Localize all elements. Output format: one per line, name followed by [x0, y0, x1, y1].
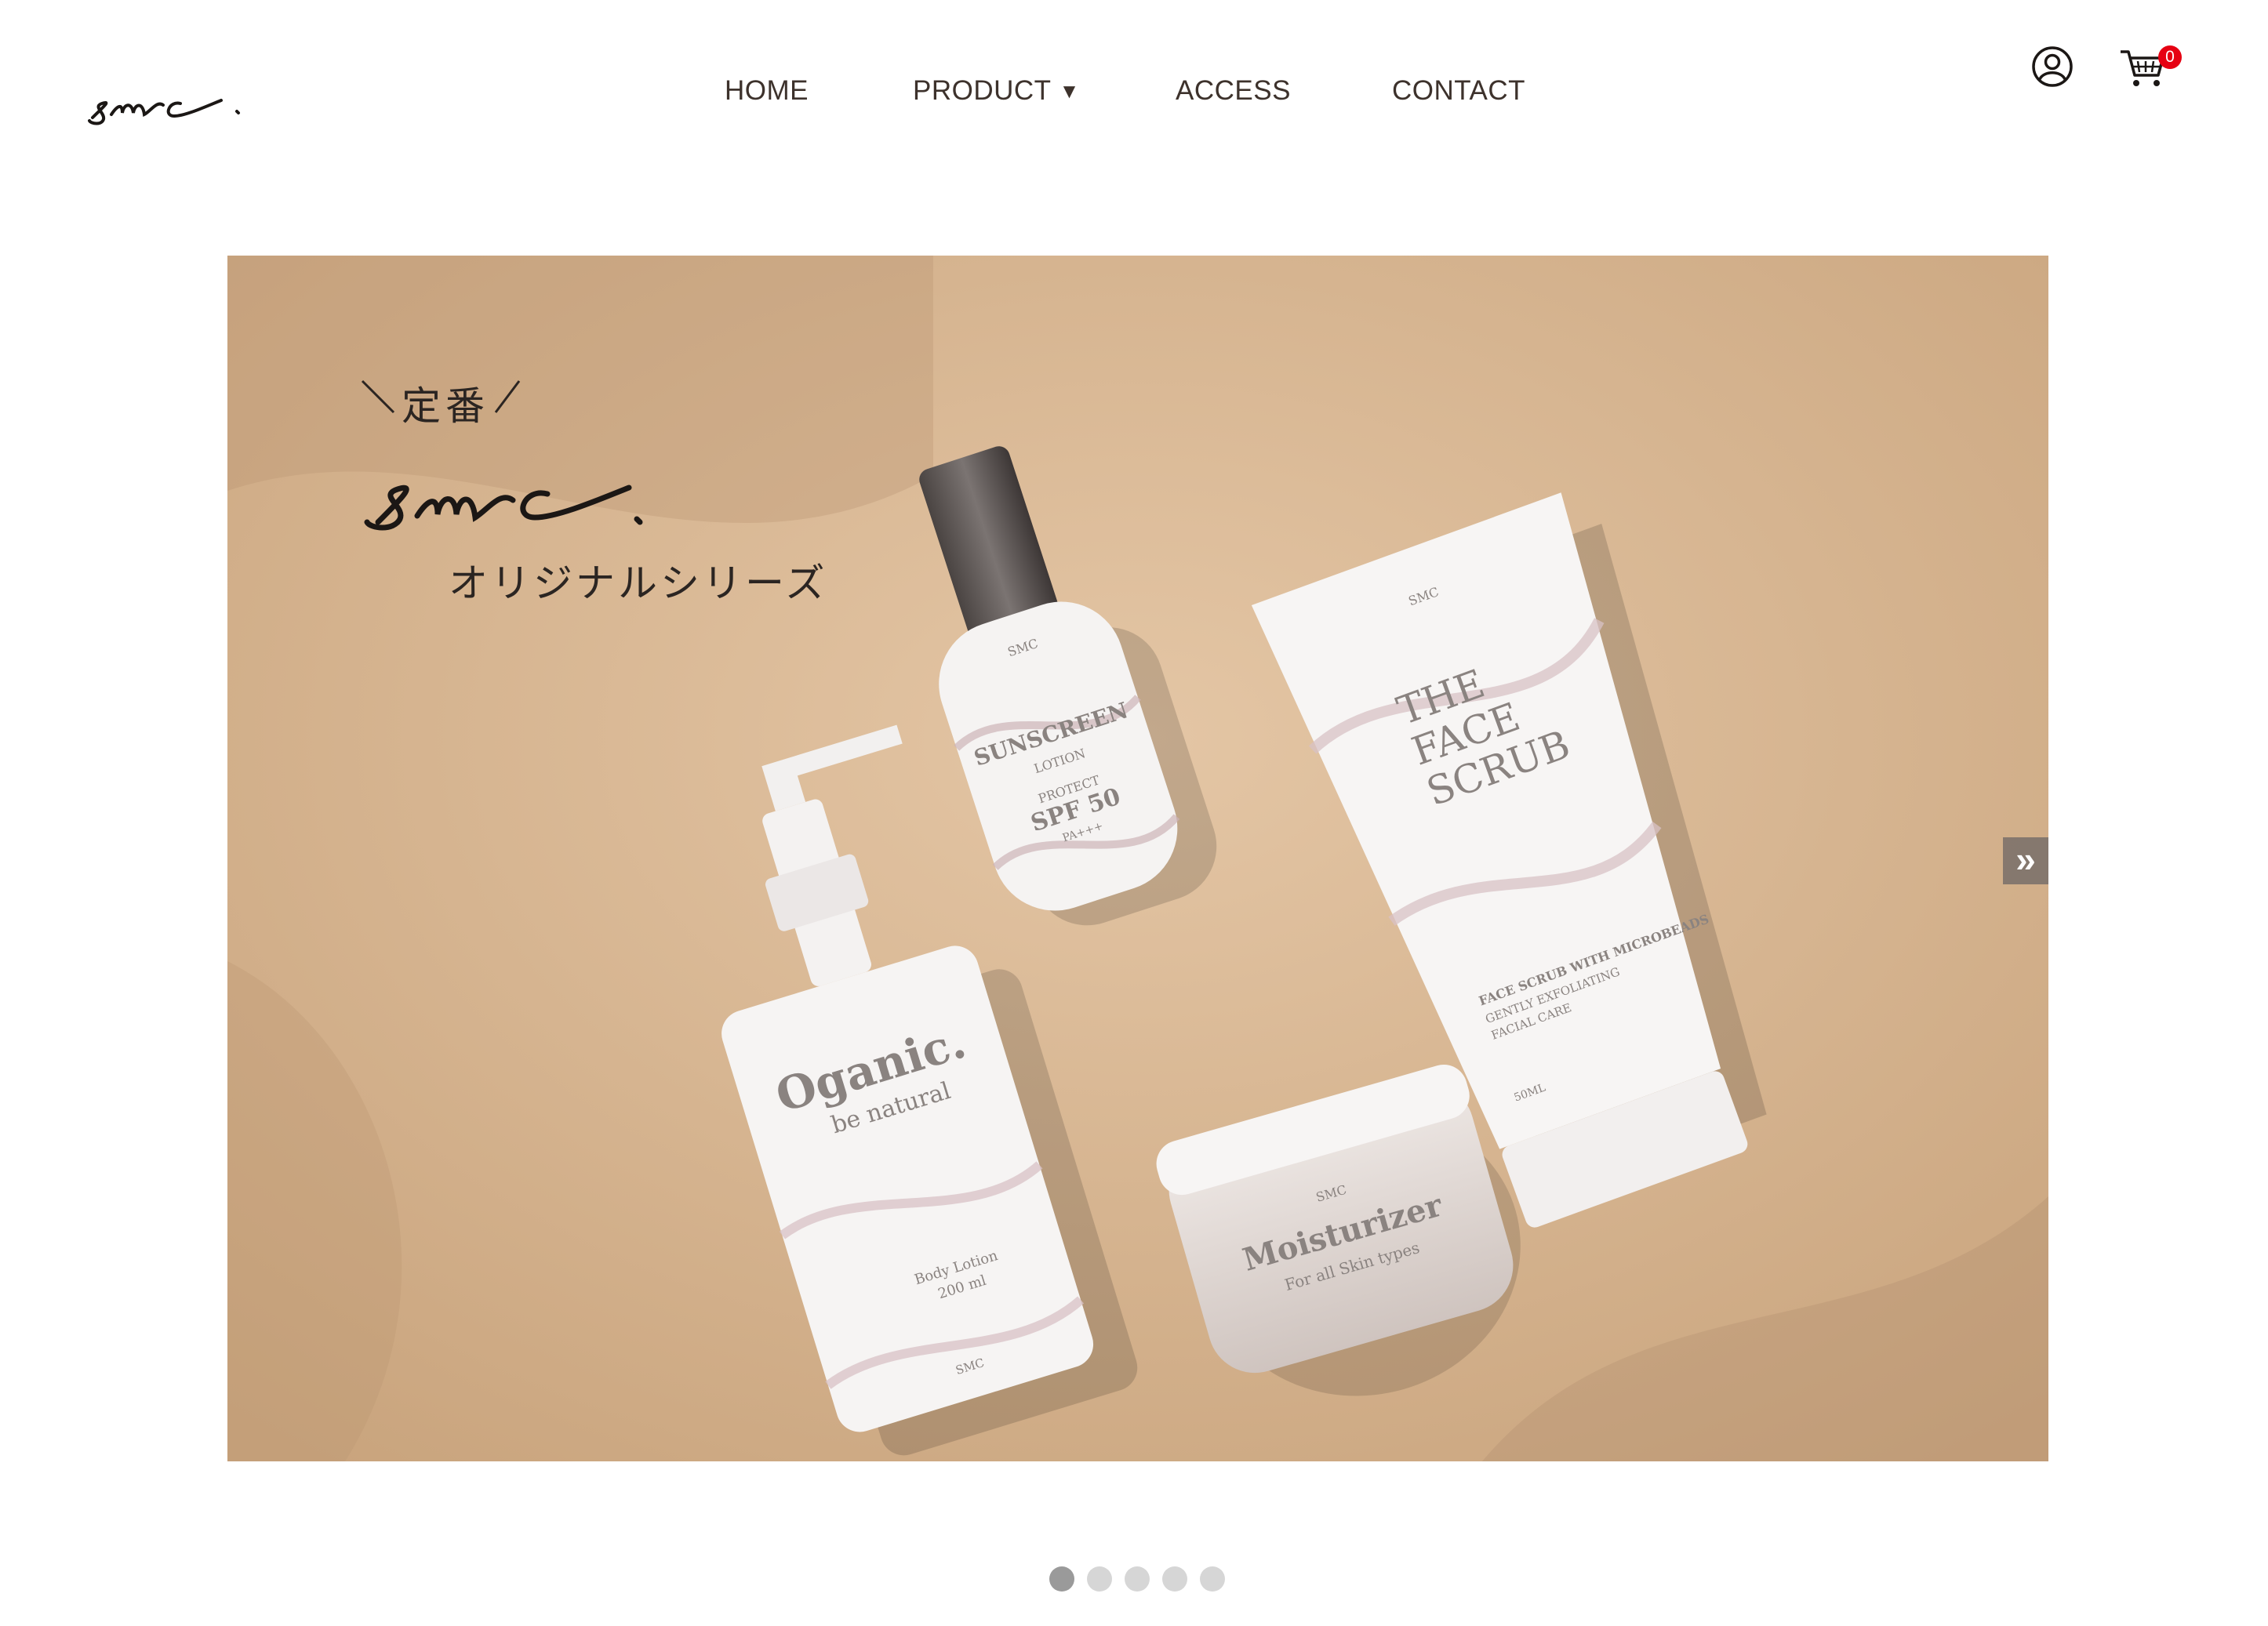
nav-contact[interactable]: CONTACT	[1392, 75, 1525, 107]
tagline-top-frame: 定番	[315, 358, 535, 429]
nav-access[interactable]: ACCESS	[1176, 75, 1291, 107]
slider-dot-4[interactable]	[1162, 1566, 1187, 1592]
slider-pagination	[1049, 1566, 1230, 1593]
tagline-top: 定番	[402, 383, 489, 429]
hero-brand-script	[362, 428, 652, 546]
nav-product[interactable]: PRODUCT ▼	[913, 75, 1080, 108]
hero-slider[interactable]: SMC SUNSCREEN LOTION PROTECT SPF 50 PA++…	[227, 256, 2048, 1461]
main-nav: HOME PRODUCT ▼ ACCESS CONTACT	[0, 75, 2268, 107]
cart-count-badge: 0	[2158, 45, 2182, 69]
chevron-down-icon: ▼	[1059, 79, 1080, 103]
slider-dot-3[interactable]	[1125, 1566, 1150, 1592]
slider-next-button[interactable]: »	[2003, 837, 2048, 884]
nav-home[interactable]: HOME	[725, 75, 809, 107]
slider-dot-2[interactable]	[1087, 1566, 1112, 1592]
slider-dot-1[interactable]	[1049, 1566, 1074, 1592]
tagline-bottom: オリジナルシリーズ	[449, 561, 828, 606]
nav-product-label: PRODUCT	[913, 75, 1052, 106]
user-circle-icon[interactable]	[2031, 45, 2074, 88]
hero-tagline: 定番 オリジナルシリーズ	[315, 358, 849, 859]
slider-dot-5[interactable]	[1200, 1566, 1225, 1592]
